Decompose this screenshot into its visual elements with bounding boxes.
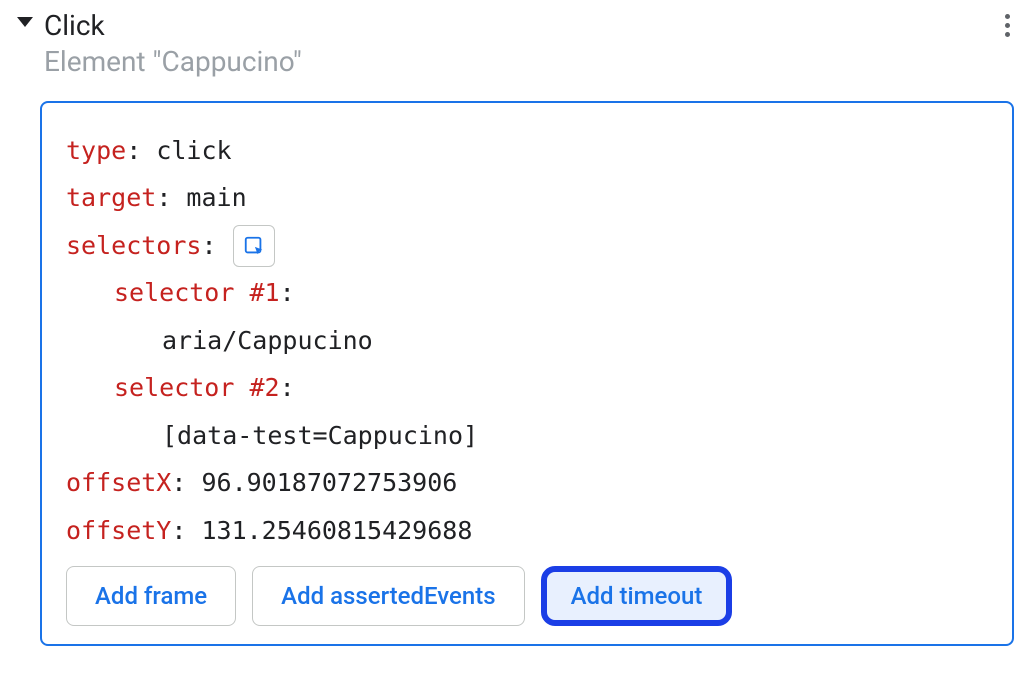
- element-picker-button[interactable]: [233, 225, 275, 267]
- prop-key: target: [66, 183, 156, 212]
- prop-value: aria/Cappucino: [162, 326, 373, 355]
- prop-key: selector #2: [114, 373, 280, 402]
- step-subtitle: Element "Cappucino": [44, 44, 991, 80]
- kebab-dot-icon: [1005, 23, 1010, 28]
- add-frame-button[interactable]: Add frame: [66, 566, 236, 626]
- prop-colon: :: [280, 278, 295, 307]
- expand-toggle[interactable]: [16, 15, 34, 29]
- selector-2-value-row[interactable]: [data-test=Cappucino]: [66, 412, 988, 460]
- prop-colon: :: [201, 231, 216, 260]
- prop-offsetx-row: offsetX: 96.90187072753906: [66, 459, 988, 507]
- prop-offsety-row: offsetY: 131.25460815429688: [66, 507, 988, 555]
- prop-key: offsetX: [66, 468, 171, 497]
- prop-key: selectors: [66, 231, 201, 260]
- prop-selectors-row: selectors:: [66, 222, 988, 270]
- prop-colon: :: [280, 373, 295, 402]
- chevron-down-icon: [16, 15, 34, 29]
- prop-key: type: [66, 136, 126, 165]
- prop-target-row: target: main: [66, 174, 988, 222]
- prop-value: [data-test=Cappucino]: [162, 421, 478, 450]
- action-button-row: Add frame Add assertedEvents Add timeout: [66, 566, 988, 626]
- prop-colon: :: [171, 516, 201, 545]
- step-title: Click: [44, 8, 991, 44]
- prop-key: offsetY: [66, 516, 171, 545]
- prop-colon: :: [156, 183, 186, 212]
- select-element-icon: [243, 235, 265, 257]
- kebab-dot-icon: [1005, 32, 1010, 37]
- prop-value[interactable]: click: [156, 136, 231, 165]
- selector-1-row: selector #1:: [66, 269, 988, 317]
- prop-value[interactable]: 131.25460815429688: [201, 516, 472, 545]
- kebab-dot-icon: [1005, 14, 1010, 19]
- prop-colon: :: [126, 136, 156, 165]
- add-asserted-events-button[interactable]: Add assertedEvents: [252, 566, 524, 626]
- step-details-panel: type: click target: main selectors: sele…: [40, 101, 1014, 647]
- selector-1-value-row[interactable]: aria/Cappucino: [66, 317, 988, 365]
- prop-type-row: type: click: [66, 127, 988, 175]
- prop-key: selector #1: [114, 278, 280, 307]
- selector-2-row: selector #2:: [66, 364, 988, 412]
- prop-colon: :: [171, 468, 201, 497]
- prop-value[interactable]: main: [186, 183, 246, 212]
- more-menu[interactable]: [1001, 10, 1014, 41]
- prop-value[interactable]: 96.90187072753906: [201, 468, 457, 497]
- add-timeout-button[interactable]: Add timeout: [541, 566, 733, 626]
